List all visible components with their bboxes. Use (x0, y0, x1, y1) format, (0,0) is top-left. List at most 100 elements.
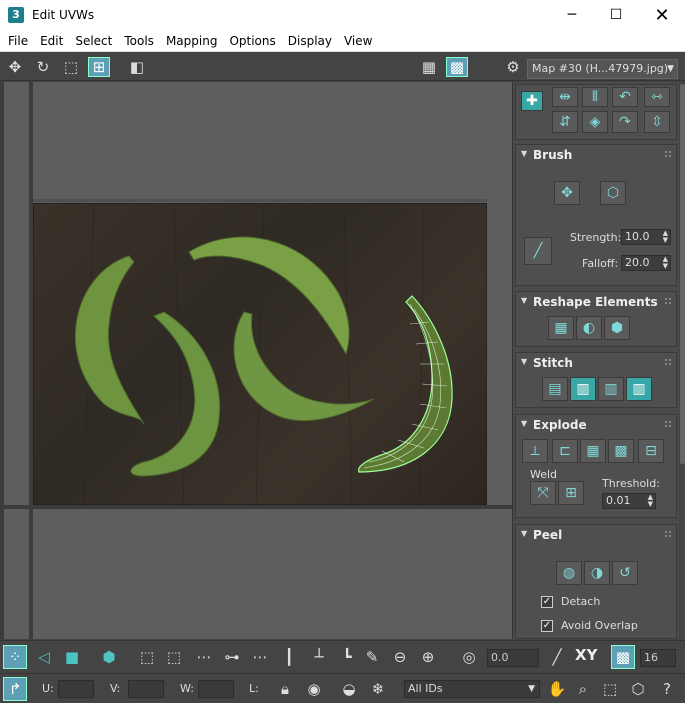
soft-selection-icon[interactable]: ◎ (457, 645, 481, 669)
panel-scrollbar[interactable] (679, 82, 685, 639)
spinner-arrows-icon[interactable]: ▲ ▼ (663, 256, 668, 270)
strength-spinner[interactable]: 10.0 ▲ ▼ (621, 229, 671, 245)
w-field[interactable] (198, 680, 234, 698)
hide-icon[interactable]: ◉ (302, 677, 326, 701)
explode-by-smoothing-icon[interactable]: ⊏ (552, 439, 578, 463)
explode-to-bbox-icon[interactable]: ⊟ (638, 439, 664, 463)
spinner-arrows-icon[interactable]: ▲ ▼ (663, 230, 668, 244)
menu-select[interactable]: Select (69, 30, 118, 52)
align-center-icon[interactable]: ◈ (582, 111, 608, 133)
stitch-custom-icon[interactable]: ▤ (542, 377, 568, 401)
loop-icon[interactable]: ⊶ (220, 645, 244, 669)
checker-toggle-icon[interactable]: ▩ (446, 57, 468, 77)
zoom-region-icon[interactable]: ⬚ (598, 677, 622, 701)
shrink-selection-icon[interactable]: ⬚ (162, 645, 186, 669)
brush-decrease-icon[interactable]: ⊖ (388, 645, 412, 669)
edge-select-icon[interactable]: ◁ (32, 645, 56, 669)
quick-peel-icon[interactable]: ◍ (556, 561, 582, 585)
menu-edit[interactable]: Edit (34, 30, 69, 52)
zoom-extents-icon[interactable]: ⬡ (626, 677, 650, 701)
edge-select-vertical-icon[interactable]: ┃ (277, 645, 301, 669)
mirror-icon[interactable]: ◧ (126, 57, 148, 77)
flatten-icon[interactable]: ⬢ (604, 316, 630, 340)
rotate-cw-icon[interactable]: ↷ (612, 111, 638, 133)
stretch-h-icon[interactable]: ⇿ (644, 87, 670, 107)
falloff-spinner[interactable]: 20.0 ▲ ▼ (621, 255, 671, 271)
rotate-ccw-icon[interactable]: ↶ (612, 87, 638, 107)
grid-spinner[interactable]: 16 (640, 649, 676, 667)
map-select[interactable]: Map #30 (H...47979.jpg) ▼ (527, 59, 678, 79)
maximize-button[interactable]: ☐ (593, 0, 639, 30)
freeze-icon[interactable]: ❄ (366, 677, 390, 701)
paint-move-icon[interactable]: ✥ (554, 181, 580, 205)
menu-options[interactable]: Options (223, 30, 281, 52)
align-bottom-icon[interactable]: ┗ (335, 645, 359, 669)
align-h-icon[interactable]: ⇹ (552, 87, 578, 107)
straighten-icon[interactable]: ▦ (548, 316, 574, 340)
edge-loop-icon[interactable]: ⋯ (248, 645, 272, 669)
lock-icon[interactable]: 🔒︎ (273, 677, 297, 701)
explode-by-material-icon[interactable]: ▦ (580, 439, 606, 463)
avoid-overlap-checkbox[interactable]: ✓ (541, 620, 553, 632)
align-up-icon[interactable]: ┴ (307, 645, 331, 669)
texture-settings-icon[interactable]: ⚙ (502, 57, 524, 77)
brush-header[interactable]: ▼ Brush (516, 145, 676, 165)
xy-toggle[interactable]: XY (575, 646, 597, 664)
menu-display[interactable]: Display (282, 30, 338, 52)
explode-by-polygon-icon[interactable]: ▩ (608, 439, 634, 463)
transform-icon[interactable]: ✚ (521, 91, 543, 111)
minimize-button[interactable]: ─ (549, 0, 595, 30)
threshold-spinner[interactable]: 0.01 ▲ ▼ (602, 493, 656, 509)
weld-selected-icon[interactable]: ⤧ (530, 481, 556, 505)
detach-checkbox[interactable]: ✓ (541, 596, 553, 608)
paint-select-icon[interactable]: ✎ (360, 645, 384, 669)
absolute-mode-icon[interactable]: ↱ (3, 677, 27, 701)
stitch-average-icon[interactable]: ▥ (598, 377, 624, 401)
reshape-header[interactable]: ▼ Reshape Elements (516, 292, 676, 312)
weld-target-icon[interactable]: ⊞ (558, 481, 584, 505)
rotate-icon[interactable]: ↻ (32, 57, 54, 77)
stitch-target-icon[interactable]: ▥ (626, 377, 652, 401)
explode-header[interactable]: ▼ Explode (516, 415, 676, 435)
stretch-v-icon[interactable]: ⇳ (644, 111, 670, 133)
help-icon[interactable]: ? (655, 677, 679, 701)
relax-icon[interactable]: ◐ (576, 316, 602, 340)
show-icon[interactable]: ◒ (337, 677, 361, 701)
scrollbar-thumb[interactable] (680, 84, 685, 464)
space-h-icon[interactable]: ⦀ (582, 87, 608, 107)
break-icon[interactable]: ⟂ (522, 439, 548, 463)
grow-selection-icon[interactable]: ⬚ (135, 645, 159, 669)
zoom-icon[interactable]: ⌕ (571, 677, 595, 701)
scale-icon[interactable]: ⬚ (60, 57, 82, 77)
element-select-icon[interactable]: ⬢ (97, 645, 121, 669)
ids-select[interactable]: All IDs ▼ (404, 680, 540, 698)
pan-icon[interactable]: ✋ (545, 677, 569, 701)
freeform-icon[interactable]: ⊞ (88, 57, 110, 77)
move-icon[interactable]: ✥ (4, 57, 26, 77)
vertex-select-icon[interactable]: ⁘ (3, 645, 27, 669)
spinner-arrows-icon[interactable]: ▲ ▼ (648, 494, 653, 508)
ring-icon[interactable]: ⋯ (192, 645, 216, 669)
angle-spinner[interactable]: 0.0 (487, 649, 539, 667)
v-field[interactable] (128, 680, 164, 698)
reset-peel-icon[interactable]: ↺ (612, 561, 638, 585)
uv-viewport[interactable] (0, 82, 512, 639)
stitch-header[interactable]: ▼ Stitch (516, 353, 676, 373)
stitch-source-icon[interactable]: ▥ (570, 377, 596, 401)
menu-view[interactable]: View (338, 30, 378, 52)
checker-icon[interactable]: ▦ (418, 57, 440, 77)
relax-brush-icon[interactable]: ⬡ (600, 181, 626, 205)
menu-tools[interactable]: Tools (118, 30, 160, 52)
falloff-curve-icon[interactable]: ╱ (524, 237, 552, 265)
peel-mode-icon[interactable]: ◑ (584, 561, 610, 585)
align-v-icon[interactable]: ⇵ (552, 111, 578, 133)
close-button[interactable]: ✕ (639, 0, 685, 30)
brush-increase-icon[interactable]: ⊕ (416, 645, 440, 669)
grid-snap-icon[interactable]: ▩ (611, 645, 635, 669)
menu-mapping[interactable]: Mapping (160, 30, 224, 52)
peel-header[interactable]: ▼ Peel (516, 525, 676, 545)
polygon-select-icon[interactable]: ■ (60, 645, 84, 669)
u-field[interactable] (58, 680, 94, 698)
line-tool-icon[interactable]: ╱ (545, 645, 569, 669)
menu-file[interactable]: File (2, 30, 34, 52)
